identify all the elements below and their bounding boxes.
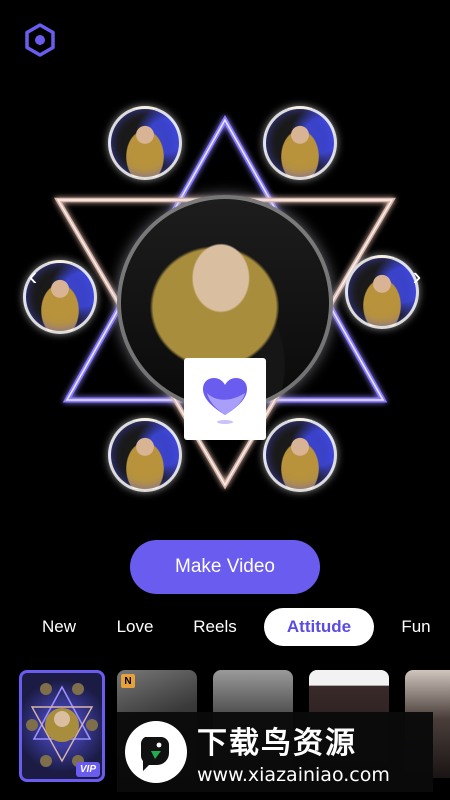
tab-fun[interactable]: Fun <box>394 608 438 646</box>
watermark-url: www.xiazainiao.com <box>197 764 390 786</box>
tab-label: Reels <box>193 617 237 636</box>
template-thumb-selected[interactable]: VIP <box>19 670 105 782</box>
orb-photo-top-left <box>108 106 182 180</box>
chevron-left-icon: ‹ <box>28 260 38 291</box>
tab-label: Attitude <box>286 617 352 636</box>
tab-new[interactable]: New <box>30 608 88 646</box>
hexagon-settings-icon <box>25 23 55 57</box>
tab-reels[interactable]: Reels <box>184 608 246 646</box>
heart-app-logo-icon <box>203 378 247 424</box>
settings-button[interactable] <box>22 22 58 58</box>
orb-photo-top-right <box>263 106 337 180</box>
app-logo-card <box>184 358 266 440</box>
next-arrow[interactable]: › <box>404 258 430 294</box>
watermark-bird-logo-icon <box>125 721 187 783</box>
previous-arrow[interactable]: ‹ <box>20 258 46 294</box>
tab-label: Love <box>116 617 154 636</box>
tab-label: Fun <box>401 617 431 636</box>
video-preview: ‹ › <box>0 100 450 500</box>
tab-label: New <box>41 617 76 636</box>
category-tabs: New Love Reels Attitude Fun <box>0 608 450 648</box>
tab-attitude[interactable]: Attitude <box>264 608 374 646</box>
chevron-right-icon: › <box>412 260 422 291</box>
make-video-button[interactable]: Make Video <box>130 540 320 594</box>
tab-love[interactable]: Love <box>106 608 164 646</box>
new-badge: N <box>121 674 135 688</box>
watermark-title: 下载鸟资源 <box>197 726 357 761</box>
vip-badge: VIP <box>75 762 100 777</box>
orb-photo-bottom-left <box>108 418 182 492</box>
orb-photo-bottom-right <box>263 418 337 492</box>
watermark-overlay: 下载鸟资源 www.xiazainiao.com <box>117 712 433 792</box>
